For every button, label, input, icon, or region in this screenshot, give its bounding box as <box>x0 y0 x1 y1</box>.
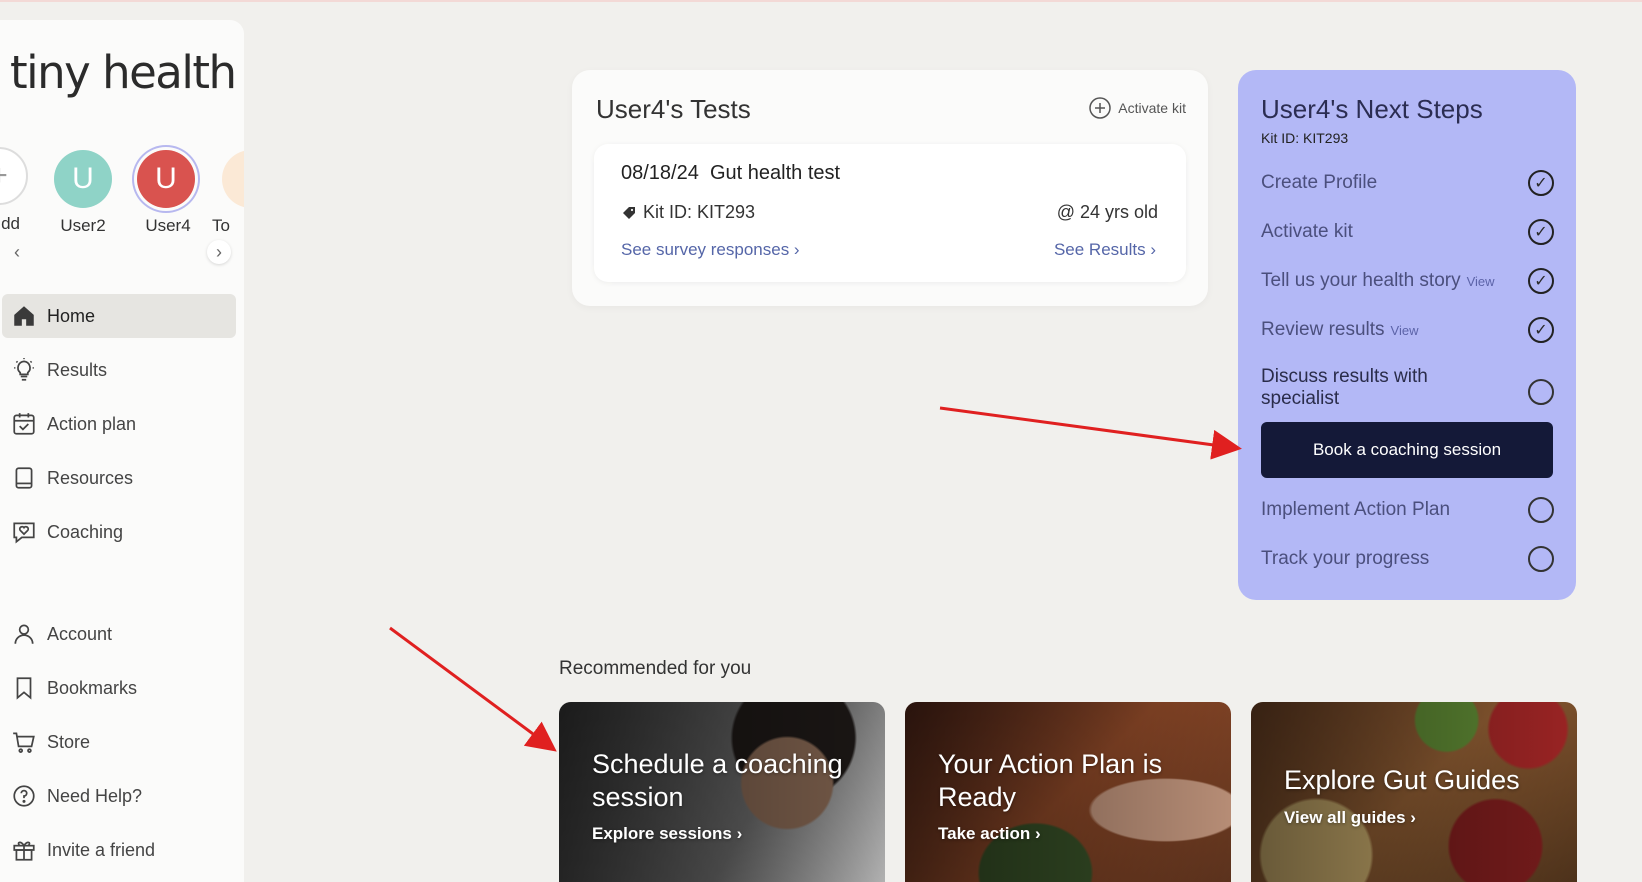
tag-icon <box>623 206 635 219</box>
sidebar-item-help[interactable]: Need Help? <box>2 774 236 818</box>
book-coaching-button[interactable]: Book a coaching session <box>1261 422 1553 478</box>
test-item: 08/18/24 Gut health test Kit ID: KIT293 … <box>594 144 1186 282</box>
add-profile-avatar[interactable]: + <box>0 147 28 205</box>
lightbulb-icon <box>14 358 34 381</box>
step-implement-plan: Implement Action Plan <box>1261 499 1451 520</box>
step-create-profile: Create Profile <box>1261 172 1378 193</box>
plus-circle-icon <box>1089 97 1112 119</box>
rec-card-title: Schedule a coaching session <box>592 749 843 812</box>
next-steps-title: User4's Next Steps <box>1261 94 1483 124</box>
avatar-user4[interactable]: U <box>137 150 195 208</box>
arrow-to-coaching-card <box>389 626 557 752</box>
check-done-icon: ✓ <box>1528 170 1554 196</box>
avatar-name: User2 <box>60 216 106 235</box>
help-icon <box>13 785 35 807</box>
activate-kit-button[interactable]: Activate kit <box>1088 96 1186 120</box>
rec-card-link[interactable]: Take action › <box>938 824 1041 844</box>
logo: tiny health <box>10 46 237 99</box>
chevron-left-icon[interactable]: ‹ <box>5 240 29 264</box>
tests-card: User4's Tests Activate kit 08/18/24 Gut … <box>572 70 1208 306</box>
survey-responses-link[interactable]: See survey responses › <box>621 240 800 260</box>
chat-heart-icon <box>13 522 35 544</box>
rec-card-gut-guides[interactable]: Explore Gut Guides View all guides › <box>1251 702 1577 882</box>
rec-card-title: Explore Gut Guides <box>1284 765 1520 795</box>
rec-card-link[interactable]: Explore sessions › <box>592 824 742 844</box>
circle-empty-icon <box>1528 379 1554 405</box>
test-heading: 08/18/24 Gut health test <box>621 162 841 184</box>
recommended-title: Recommended for you <box>559 658 752 679</box>
next-steps-panel: User4's Next Steps Kit ID: KIT293 Create… <box>1238 70 1576 600</box>
see-results-link[interactable]: See Results › <box>1054 240 1156 260</box>
rec-card-coaching[interactable]: Schedule a coaching session Explore sess… <box>559 702 885 882</box>
cart-icon <box>13 732 35 753</box>
avatar-partial[interactable] <box>222 150 244 208</box>
step-discuss-results: Discuss results with specialist <box>1261 366 1428 409</box>
avatar-name: To <box>212 216 230 235</box>
user-icon <box>14 624 34 644</box>
tests-title: User4's Tests <box>596 94 751 124</box>
step-activate-kit: Activate kit <box>1261 221 1353 242</box>
home-icon <box>14 306 34 326</box>
check-done-icon: ✓ <box>1528 317 1554 343</box>
avatar-user2[interactable]: U <box>54 150 112 208</box>
rec-card-action-plan[interactable]: Your Action Plan is Ready Take action › <box>905 702 1231 882</box>
step-health-story: Tell us your health story View <box>1261 270 1495 291</box>
check-done-icon: ✓ <box>1528 219 1554 245</box>
sidebar: tiny health + dd U User2 U User4 To ‹ › … <box>0 20 244 882</box>
avatar-name: User4 <box>145 216 191 235</box>
avatar-name: dd <box>1 214 20 233</box>
sidebar-item-account[interactable]: Account <box>2 612 236 656</box>
step-review-results: Review results View <box>1261 319 1419 340</box>
sidebar-item-store[interactable]: Store <box>2 720 236 764</box>
sidebar-item-home[interactable]: Home <box>2 294 236 338</box>
sidebar-item-resources[interactable]: Resources <box>2 456 236 500</box>
sidebar-item-results[interactable]: Results <box>2 348 236 392</box>
top-border <box>0 0 1642 2</box>
circle-empty-icon <box>1528 497 1554 523</box>
gift-icon <box>13 841 35 861</box>
age-label: @ 24 yrs old <box>1056 202 1158 222</box>
calendar-check-icon <box>13 413 35 435</box>
step-track-progress: Track your progress <box>1261 548 1430 569</box>
chevron-right-icon[interactable]: › <box>207 240 231 264</box>
sidebar-item-coaching[interactable]: Coaching <box>2 510 236 554</box>
bookmark-icon <box>16 677 32 700</box>
profile-switcher: + dd U User2 U User4 To ‹ › <box>0 132 244 264</box>
circle-empty-icon <box>1528 546 1554 572</box>
next-steps-kit-id: Kit ID: KIT293 <box>1261 130 1349 146</box>
rec-card-title: Your Action Plan is Ready <box>938 749 1163 812</box>
sidebar-item-bookmarks[interactable]: Bookmarks <box>2 666 236 710</box>
sidebar-item-action-plan[interactable]: Action plan <box>2 402 236 446</box>
view-link[interactable]: View <box>1467 274 1495 289</box>
sidebar-item-invite[interactable]: Invite a friend <box>2 828 236 872</box>
rec-card-link[interactable]: View all guides › <box>1284 808 1416 828</box>
check-done-icon: ✓ <box>1528 268 1554 294</box>
book-icon <box>15 467 33 489</box>
view-link[interactable]: View <box>1391 323 1419 338</box>
arrow-to-book-button <box>939 406 1242 460</box>
kit-id: Kit ID: KIT293 <box>621 202 755 223</box>
